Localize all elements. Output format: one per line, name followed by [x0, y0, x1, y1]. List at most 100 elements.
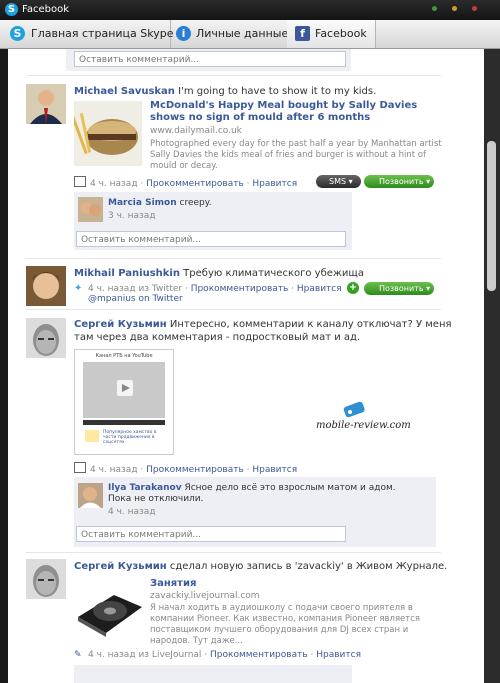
- post-text: I'm going to have to show it to my kids.: [178, 86, 377, 97]
- comment-avatar-photo: [78, 483, 103, 508]
- author-name[interactable]: Сергей Кузьмин: [74, 561, 167, 572]
- dj-turntable-image: [74, 577, 144, 639]
- sms-label: SMS: [329, 177, 347, 186]
- tab-skype-home[interactable]: S Главная страница Skype: [0, 20, 174, 48]
- skype-facebook-window: S Facebook S Главная страница Skype i Ли…: [0, 0, 500, 683]
- tab-label: Главная страница Skype: [31, 27, 174, 40]
- comment-body: Marcia Simon creepy.: [108, 197, 212, 210]
- comment-link[interactable]: Прокомментировать: [210, 650, 308, 660]
- tab-label: Личные данные: [196, 27, 289, 40]
- comment-author[interactable]: Ilya Tarakanov: [108, 483, 182, 493]
- comment-avatar-photo: [78, 197, 103, 222]
- post-source: из Twitter: [138, 284, 183, 294]
- link-url[interactable]: www.dailymail.co.uk: [150, 126, 242, 137]
- close-control[interactable]: [472, 6, 477, 11]
- title-bar: S Facebook: [0, 0, 500, 20]
- watermark: mobile-review.com: [316, 399, 411, 439]
- comment-avatar[interactable]: [78, 197, 103, 222]
- vertical-scrollbar[interactable]: [484, 49, 500, 683]
- post-text: Требую климатического убежища: [183, 268, 364, 279]
- post-header: Сергей Кузьмин Интересно, комментарии к …: [74, 318, 454, 344]
- post-source: из LiveJournal: [138, 650, 202, 660]
- pencil-icon: ✎: [74, 650, 82, 660]
- thumbnail-caption: Популярное хамство в части продвижения в…: [103, 430, 157, 445]
- author-name[interactable]: Сергей Кузьмин: [74, 319, 167, 330]
- watermark-text: mobile-review.com: [316, 420, 411, 431]
- author-name[interactable]: Mikhail Paniushkin: [74, 268, 180, 279]
- comment-input[interactable]: Оставить комментарий...: [74, 51, 346, 67]
- post-separator: [26, 552, 441, 553]
- info-icon: i: [176, 26, 191, 41]
- comment-author[interactable]: Marcia Simon: [108, 198, 177, 208]
- call-label: Позвонить: [379, 284, 424, 293]
- post-header: Mikhail Paniushkin Требую климатического…: [74, 267, 474, 280]
- tab-bar: S Главная страница Skype i Личные данные…: [0, 20, 500, 49]
- post-header: Сергей Кузьмин сделал новую запись в 'za…: [74, 560, 474, 573]
- link-description: Я начал ходить в аудиошколу с подачи сво…: [150, 603, 421, 646]
- post-meta: ✦ 4 ч. назад из Twitter · Прокомментирова…: [74, 283, 342, 294]
- post-time[interactable]: 4 ч. назад: [90, 179, 138, 189]
- tab-facebook[interactable]: f Facebook: [287, 20, 376, 48]
- post-time[interactable]: 4 ч. назад: [88, 284, 136, 294]
- comment-text: creepy.: [179, 198, 212, 208]
- post-time[interactable]: 4 ч. назад: [90, 465, 138, 475]
- post-time[interactable]: 4 ч. назад: [88, 650, 136, 660]
- comment-link[interactable]: Прокомментировать: [146, 465, 244, 475]
- like-link[interactable]: Нравится: [252, 465, 297, 475]
- minimize-control[interactable]: [432, 6, 437, 11]
- facebook-icon: f: [295, 26, 310, 41]
- like-link[interactable]: Нравится: [316, 650, 361, 660]
- window-title: Facebook: [22, 4, 69, 15]
- maximize-control[interactable]: [452, 6, 457, 11]
- avatar[interactable]: [26, 84, 66, 124]
- post-separator: [26, 258, 441, 259]
- link-thumbnail[interactable]: [74, 101, 142, 166]
- comment-avatar[interactable]: [78, 483, 103, 508]
- comment-link[interactable]: Прокомментировать: [146, 179, 244, 189]
- call-button[interactable]: Позвонить ▾: [364, 175, 434, 188]
- skype-icon: S: [10, 26, 25, 41]
- avatar-photo: [26, 559, 66, 599]
- comment-block: [74, 665, 352, 683]
- link-thumbnail[interactable]: [74, 577, 144, 639]
- call-label: Позвонить: [379, 177, 424, 186]
- avatar[interactable]: [26, 266, 66, 306]
- link-description: Photographed every day for the past half…: [150, 139, 442, 171]
- like-link[interactable]: Нравится: [252, 179, 297, 189]
- call-button[interactable]: Позвонить ▾: [364, 282, 434, 295]
- skype-app-icon: S: [5, 3, 18, 16]
- avatar-photo: [26, 84, 66, 124]
- comment-link[interactable]: Прокомментировать: [191, 284, 289, 294]
- comment-input[interactable]: Оставить комментарий...: [76, 526, 346, 542]
- avatar[interactable]: [26, 318, 66, 358]
- share-icon: [74, 176, 86, 187]
- status-icon: [74, 462, 86, 473]
- burger-image: [74, 101, 142, 166]
- post-meta: ✎ 4 ч. назад из LiveJournal · Прокомменти…: [74, 650, 361, 660]
- avatar-photo: [26, 318, 66, 358]
- like-link[interactable]: Нравится: [297, 284, 342, 294]
- link-title[interactable]: McDonald's Happy Meal bought by Sally Da…: [150, 100, 450, 124]
- post-meta: 4 ч. назад · Прокомментировать · Нравитс…: [74, 176, 297, 189]
- scrollbar-thumb[interactable]: [487, 141, 496, 291]
- comment-input[interactable]: Оставить комментарий...: [76, 231, 346, 247]
- tab-personal-data[interactable]: i Личные данные: [170, 20, 288, 48]
- tab-label: Facebook: [315, 27, 367, 40]
- avatar[interactable]: [26, 559, 66, 599]
- sms-button[interactable]: SMS ▾: [316, 175, 361, 188]
- post-meta: 4 ч. назад · Прокомментировать · Нравитс…: [74, 462, 297, 475]
- add-button[interactable]: +: [347, 282, 359, 294]
- post-separator: [26, 75, 441, 76]
- comment-time[interactable]: 4 ч. назад: [108, 507, 156, 517]
- post-text: сделал новую запись в 'zavackiy' в Живом…: [169, 561, 448, 572]
- post-header: Michael Savuskan I'm going to have to sh…: [74, 85, 474, 98]
- author-name[interactable]: Michael Savuskan: [74, 86, 175, 97]
- twitter-handle[interactable]: @mpanius on Twitter: [88, 294, 183, 304]
- news-feed: Оставить комментарий... Michael Savuskan…: [8, 49, 484, 683]
- comment-time[interactable]: 3 ч. назад: [108, 211, 156, 221]
- link-url[interactable]: zavackiy.livejournal.com: [150, 591, 260, 602]
- avatar-photo: [26, 266, 66, 306]
- comment-body: Ilya Tarakanov Ясное дело всё это взросл…: [108, 483, 408, 505]
- post-thumbnail[interactable]: Канал РТБ на YouTube Популярное хамство …: [74, 349, 174, 455]
- link-title[interactable]: Занятия: [150, 577, 196, 590]
